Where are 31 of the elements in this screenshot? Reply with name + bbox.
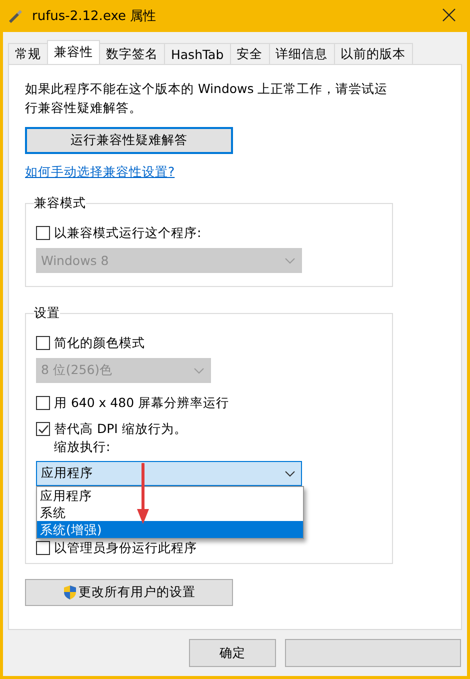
dropdown-option[interactable]: 应用程序 [37,487,303,504]
checkbox-label: 以管理员身份运行此程序 [54,539,197,557]
checkbox-label: 替代高 DPI 缩放行为。 [54,420,187,438]
dropdown-option[interactable]: 系统 [37,504,303,521]
checkbox[interactable] [36,336,50,350]
arrow-drawing [137,463,149,525]
dropdown-option[interactable]: 系统(增强) [37,521,303,538]
checkbox[interactable] [36,396,50,410]
checkbox[interactable] [36,541,50,555]
group-title: 设置 [34,305,60,322]
window-title: rufus-2.12.exe 属性 [32,8,158,25]
checkbox[interactable] [36,226,50,240]
description-text: 如果此程序不能在这个版本的 Windows 上正常工作，请尝试运行兼容性疑难解答。 [25,80,389,117]
tab[interactable]: 兼容性 [47,40,100,64]
dialog-button[interactable]: 确定 [189,639,276,667]
checkbox-label: 简化的颜色模式 [54,334,145,352]
tab[interactable]: 常规 [8,43,48,64]
chevron-down-icon [285,470,295,476]
troubleshoot-button[interactable]: 运行兼容性疑难解答 [25,127,233,154]
group-title: 兼容模式 [34,195,86,212]
chevron-down-icon [285,258,295,264]
tab[interactable]: 以前的版本 [334,43,413,64]
chevron-down-icon [194,368,204,374]
checkbox-label: 以兼容模式运行这个程序: [54,224,202,242]
shield-icon [62,585,76,600]
change-all-users-button[interactable]: 更改所有用户的设置 [25,579,233,606]
checkbox-sublabel: 缩放执行: [54,438,112,456]
checkbox-label: 用 640 x 480 屏幕分辨率运行 [54,394,230,412]
help-link[interactable]: 如何手动选择兼容性设置? [25,164,175,181]
checkbox[interactable] [36,422,50,436]
dropdown[interactable]: 应用程序 [36,461,302,486]
